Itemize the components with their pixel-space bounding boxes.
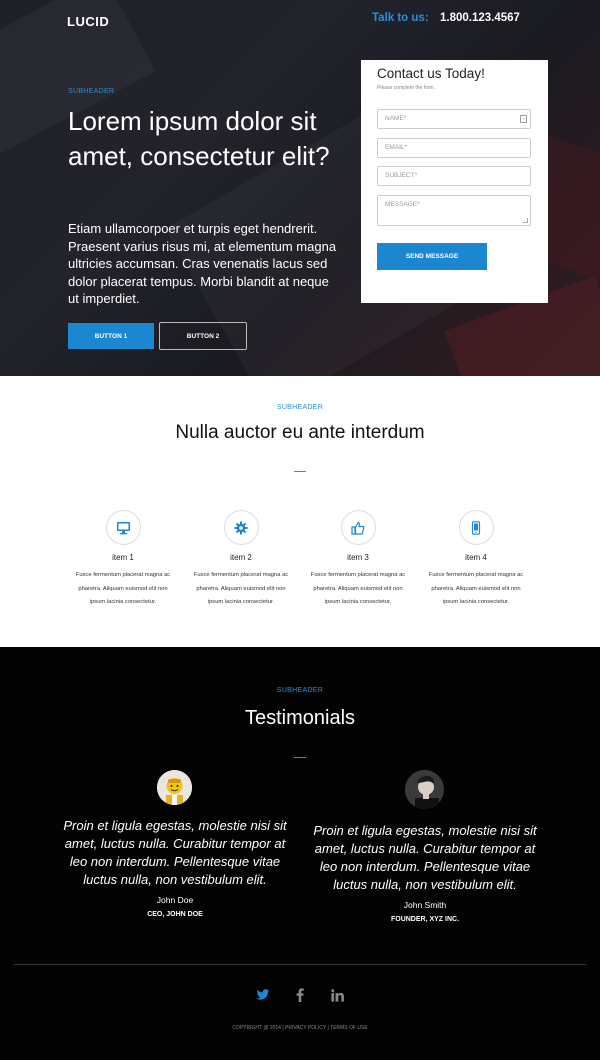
- feature-item: item 3 Fusce fermentum placerat magna ac…: [306, 510, 410, 610]
- testimonial-quote: Proin et ligula egestas, molestie nisi s…: [313, 823, 537, 892]
- phone-number[interactable]: 1.800.123.4567: [440, 12, 520, 24]
- feature-title: item 4: [465, 553, 487, 562]
- hero-text: Etiam ullamcorpoer et turpis eget hendre…: [68, 221, 337, 306]
- talk-label: Talk to us:: [372, 12, 429, 24]
- hero-section: LUCID Talk to us: 1.800.123.4567 SUBHEAD…: [0, 0, 600, 376]
- testimonials-section: SUBHEADER Testimonials Proin et ligula e…: [0, 647, 600, 1060]
- testimonial-name: John Smith: [403, 900, 447, 910]
- monitor-icon: [105, 510, 141, 545]
- hero-subheader: SUBHEADER: [68, 88, 115, 95]
- thumbs-up-icon: [340, 510, 376, 545]
- send-message-button[interactable]: SEND MESSAGE: [377, 243, 487, 270]
- feature-title: item 2: [230, 553, 252, 562]
- features-subheader: SUBHEADER: [276, 404, 324, 411]
- button-2[interactable]: BUTTON 2: [159, 322, 247, 350]
- message-field[interactable]: MESSAGE*: [377, 195, 531, 226]
- name-placeholder: NAME*: [385, 115, 407, 122]
- facebook-icon[interactable]: [292, 987, 308, 1003]
- feature-title: item 1: [112, 553, 134, 562]
- gear-icon: [223, 510, 259, 545]
- feature-text: Fusce fermentum placerat magna ac pharet…: [75, 572, 171, 605]
- section-divider: [294, 471, 306, 472]
- twitter-icon[interactable]: [255, 987, 271, 1003]
- testimonials-subheader: SUBHEADER: [276, 687, 324, 694]
- section-divider: [294, 757, 306, 758]
- feature-item: item 2 Fusce fermentum placerat magna ac…: [189, 510, 293, 610]
- footer-divider: [14, 964, 586, 965]
- testimonial-card: Proin et ligula egestas, molestie nisi s…: [305, 822, 545, 923]
- subject-placeholder: SUBJECT*: [385, 172, 418, 179]
- feature-text: Fusce fermentum placerat magna ac pharet…: [428, 572, 524, 605]
- logo[interactable]: LUCID: [67, 14, 109, 29]
- email-placeholder: EMAIL*: [385, 144, 408, 151]
- mobile-icon: [458, 510, 494, 545]
- hero-title: Lorem ipsum dolor sit amet, consectetur …: [68, 106, 330, 171]
- feature-title: item 3: [347, 553, 369, 562]
- feature-item: item 4 Fusce fermentum placerat magna ac…: [424, 510, 528, 610]
- form-title: Contact us Today!: [377, 66, 485, 81]
- testimonials-title: Testimonials: [244, 707, 356, 729]
- form-subtitle: Please complete the form.: [377, 85, 436, 91]
- name-field[interactable]: NAME* ▪: [377, 109, 531, 129]
- avatar: [157, 770, 192, 805]
- testimonial-card: Proin et ligula egestas, molestie nisi s…: [55, 817, 295, 918]
- features-section: SUBHEADER Nulla auctor eu ante interdum …: [0, 376, 600, 647]
- contact-card-icon[interactable]: ▪: [520, 115, 527, 123]
- copyright-text[interactable]: COPYRIGHT @ 2014 | PRIVACY POLICY | TERM…: [0, 1025, 600, 1031]
- feature-item: item 1 Fusce fermentum placerat magna ac…: [71, 510, 175, 610]
- features-title: Nulla auctor eu ante interdum: [175, 422, 425, 443]
- button-1[interactable]: BUTTON 1: [68, 323, 154, 349]
- contact-form: Contact us Today! Please complete the fo…: [361, 60, 548, 303]
- feature-text: Fusce fermentum placerat magna ac pharet…: [193, 572, 289, 605]
- email-field[interactable]: EMAIL*: [377, 138, 531, 158]
- feature-text: Fusce fermentum placerat magna ac pharet…: [310, 572, 406, 605]
- avatar: [405, 770, 444, 809]
- testimonial-role: CEO, JOHN DOE: [147, 911, 203, 918]
- linkedin-icon[interactable]: [329, 987, 345, 1003]
- testimonial-role: FOUNDER, XYZ INC.: [390, 916, 460, 923]
- subject-field[interactable]: SUBJECT*: [377, 166, 531, 186]
- message-placeholder: MESSAGE*: [385, 201, 420, 208]
- testimonial-name: John Doe: [156, 895, 194, 905]
- testimonial-quote: Proin et ligula egestas, molestie nisi s…: [63, 818, 287, 887]
- resize-handle-icon[interactable]: [523, 218, 528, 223]
